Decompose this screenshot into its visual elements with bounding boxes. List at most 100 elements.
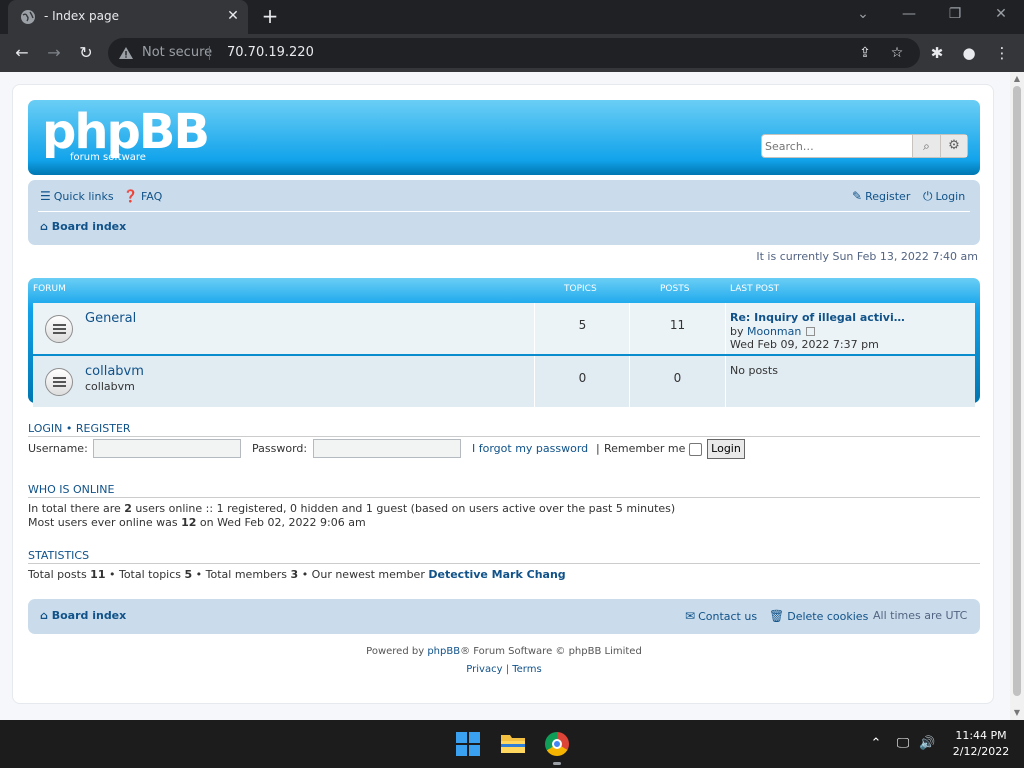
remember-me-checkbox[interactable] (689, 443, 702, 456)
by-label: by (730, 325, 744, 338)
search-box: ⌕ ⚙ (761, 134, 968, 158)
last-post-title-link[interactable]: Re: Inquiry of illegal activi… (730, 311, 905, 324)
current-time: It is currently Sun Feb 13, 2022 7:40 am (756, 250, 978, 263)
forum-read-icon (45, 368, 73, 396)
quick-login-form: Username: Password: I forgot my password… (28, 437, 980, 461)
url-text[interactable]: 70.70.19.220 (227, 45, 314, 60)
new-tab-button[interactable]: + (258, 4, 282, 28)
bookmark-star-icon[interactable]: ☆ (888, 44, 906, 62)
share-icon[interactable]: ⇪ (856, 44, 874, 62)
restore-icon[interactable]: ❐ (943, 6, 967, 22)
forum-posts-count: 0 (673, 371, 682, 385)
register-link[interactable]: ✎ Register (852, 189, 910, 203)
close-tab-icon[interactable]: ✕ (224, 7, 242, 25)
forum-name-link[interactable]: General (85, 311, 136, 326)
scroll-thumb[interactable] (1013, 86, 1021, 696)
contact-us-link[interactable]: ✉ Contact us (685, 609, 757, 623)
browser-tab[interactable]: - Index page ✕ (8, 0, 248, 34)
window-close-icon[interactable]: ✕ (989, 6, 1013, 22)
header-topics: Topics (564, 284, 597, 294)
menu-kebab-icon[interactable]: ⋮ (992, 43, 1012, 63)
login-label: Login (935, 190, 966, 203)
login-heading: Login • Register (28, 422, 131, 435)
password-input[interactable] (313, 439, 461, 458)
tab-search-icon[interactable]: ⌄ (851, 6, 875, 22)
back-icon[interactable]: ← (10, 41, 34, 65)
password-label: Password: (252, 442, 308, 455)
login-button[interactable]: Login (707, 439, 745, 459)
volume-icon[interactable]: 🔊 (919, 736, 935, 751)
minimize-icon[interactable]: — (897, 6, 921, 22)
board-index-label: Board index (51, 220, 127, 233)
breadcrumb-board-index[interactable]: ⌂ Board index (40, 220, 126, 233)
who-is-online-heading: Who is online (28, 483, 115, 496)
search-input[interactable] (762, 135, 912, 157)
pipe-separator: | (596, 442, 600, 455)
page-scrollbar[interactable]: ▲ ▼ (1010, 72, 1024, 720)
envelope-icon: ✉ (685, 609, 696, 623)
home-icon: ⌂ (40, 609, 52, 622)
login-link[interactable]: ⏻ Login (923, 189, 965, 204)
forward-icon[interactable]: → (42, 41, 66, 65)
edit-icon: ✎ (852, 189, 863, 203)
footer-board-index-link[interactable]: ⌂ Board index (40, 609, 126, 622)
forgot-password-link[interactable]: I forgot my password (472, 442, 588, 455)
omnibox-divider (209, 46, 210, 60)
forum-topics-count: 0 (578, 371, 587, 385)
question-circle-icon: ❓ (123, 189, 138, 203)
power-icon: ⏻ (923, 189, 933, 203)
forum-posts-count: 11 (669, 318, 686, 332)
globe-icon (21, 10, 35, 24)
phpbb-link[interactable]: phpBB (427, 646, 460, 657)
register-heading-link[interactable]: Register (76, 422, 131, 435)
scroll-down-arrow-icon[interactable]: ▼ (1010, 706, 1024, 720)
file-explorer-icon[interactable] (500, 732, 526, 754)
network-icon[interactable]: 🖵 (895, 736, 911, 751)
hamburger-icon: ☰ (40, 189, 51, 203)
quick-links-menu[interactable]: ☰ Quick links (40, 189, 114, 203)
username-input[interactable] (93, 439, 241, 458)
forum-description: collabvm (85, 380, 135, 393)
warning-icon (119, 47, 133, 59)
reload-icon[interactable]: ↻ (74, 41, 98, 65)
terms-link[interactable]: Terms (512, 664, 541, 675)
forum-list: Forum Topics Posts Last post General 5 1… (28, 278, 980, 407)
windows-start-icon[interactable] (456, 732, 480, 756)
page-viewport: phpBB forum software ⌕ ⚙ ☰Quick links ❓F… (0, 72, 1010, 720)
address-bar[interactable]: Not secure 70.70.19.220 ⇪ ☆ (108, 38, 920, 68)
advanced-search-gear-icon[interactable]: ⚙ (940, 135, 967, 157)
clock-time: 11:44 PM (955, 729, 1007, 742)
view-latest-post-icon[interactable] (806, 327, 816, 336)
taskbar-clock[interactable]: 11:44 PM 2/12/2022 (946, 728, 1016, 760)
security-label[interactable]: Not secure (142, 45, 212, 60)
profile-icon[interactable]: ● (959, 43, 979, 63)
statistics-line: Total posts 11 • Total topics 5 • Total … (28, 568, 566, 581)
register-label: Register (865, 190, 911, 203)
search-icon[interactable]: ⌕ (912, 135, 940, 157)
copyright-line: Powered by phpBB® Forum Software © phpBB… (366, 646, 642, 657)
home-icon: ⌂ (40, 220, 52, 233)
delete-cookies-link[interactable]: 🗑 Delete cookies (769, 609, 868, 623)
privacy-link[interactable]: Privacy (466, 664, 502, 675)
quick-links-label: Quick links (53, 190, 114, 203)
extensions-icon[interactable]: ✱ (927, 43, 947, 63)
header-posts: Posts (660, 284, 690, 294)
scroll-up-arrow-icon[interactable]: ▲ (1010, 72, 1024, 86)
newest-member-link[interactable]: Detective Mark Chang (428, 568, 565, 581)
faq-label: FAQ (140, 190, 163, 203)
forum-name-link[interactable]: collabvm (85, 364, 144, 379)
login-heading-link[interactable]: Login (28, 422, 62, 435)
no-posts-label: No posts (730, 364, 778, 377)
forum-header: phpBB forum software ⌕ ⚙ (28, 100, 980, 175)
trash-icon: 🗑 (769, 609, 785, 623)
remember-me-label[interactable]: Remember me (604, 442, 685, 455)
forum-topics-count: 5 (578, 318, 587, 332)
chevron-up-icon[interactable]: ⌃ (868, 736, 884, 751)
last-post-author-link[interactable]: Moonman (747, 325, 801, 338)
navbar-divider (38, 211, 970, 212)
last-post-author-line: by Moonman (730, 325, 816, 338)
chrome-taskbar-icon[interactable] (545, 732, 569, 756)
footer-navbar: ⌂ Board index ✉ Contact us 🗑 Delete cookie… (28, 599, 980, 634)
faq-link[interactable]: ❓ FAQ (123, 189, 162, 203)
phpbb-logo[interactable]: phpBB forum software (42, 104, 210, 166)
